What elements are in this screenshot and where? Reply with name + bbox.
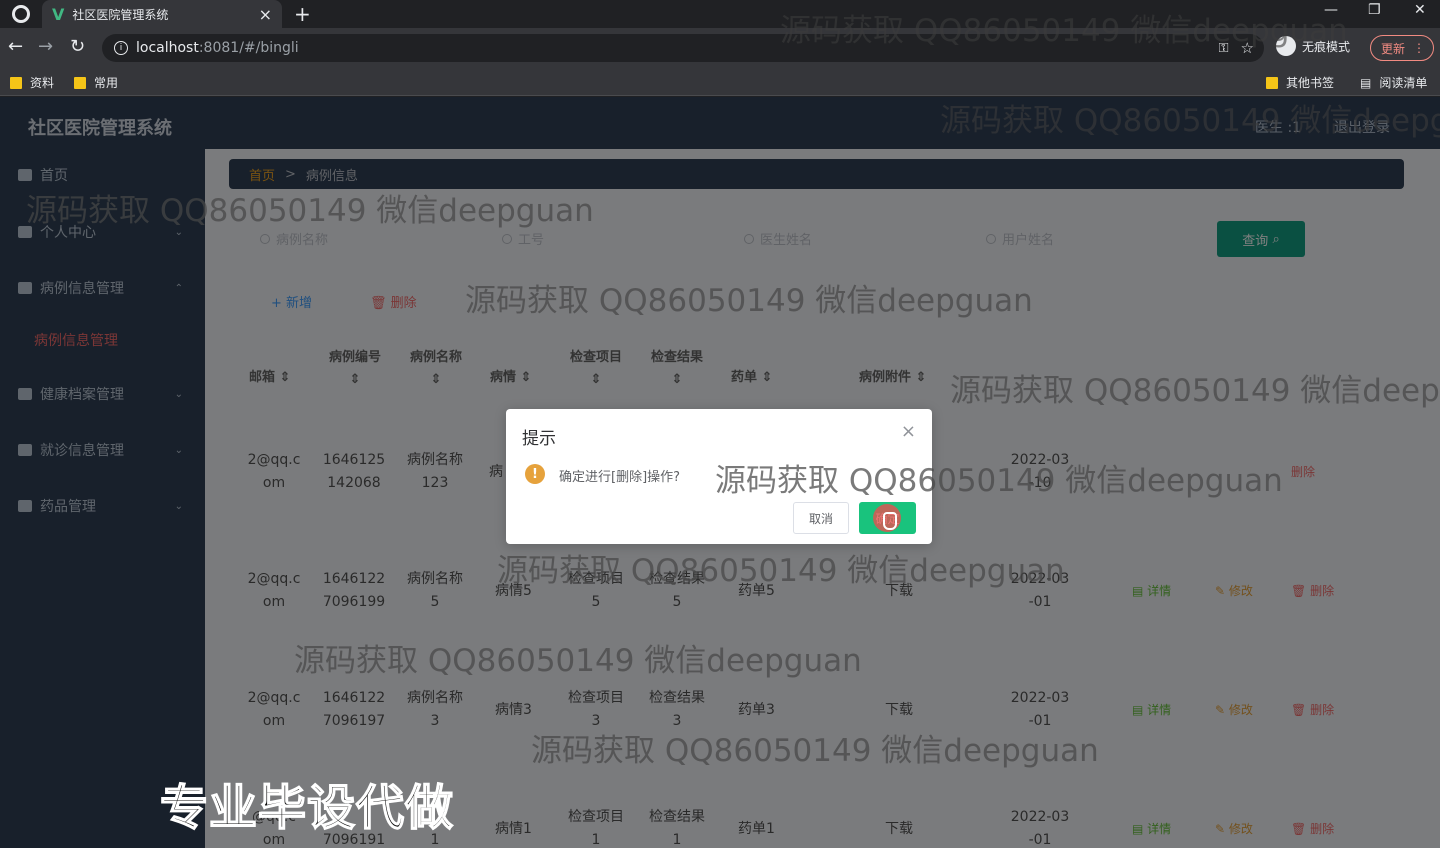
watermark: 源码获取 QQ86050149 微信deepguan <box>497 553 1065 589</box>
watermark: 源码获取 QQ86050149 微信deepguan <box>465 283 1033 319</box>
folder-icon <box>10 76 22 89</box>
chrome-icon <box>12 5 30 23</box>
reading-list-icon: ▤ <box>1360 75 1372 90</box>
reading-list-label: 阅读清单 <box>1379 76 1428 90</box>
back-button[interactable]: ← <box>8 36 23 57</box>
close-tab-icon[interactable]: × <box>259 5 272 24</box>
other-bookmarks-label: 其他书签 <box>1286 76 1335 90</box>
bookmark-label: 常用 <box>94 76 119 90</box>
watermark: 源码获取 QQ86050149 微信deepguan <box>531 733 1099 769</box>
forward-button[interactable]: → <box>38 36 53 57</box>
bookmark-folder-ziliao[interactable]: 资料 <box>10 74 54 91</box>
hand-cursor-icon <box>883 512 897 530</box>
update-label: 更新 <box>1381 41 1406 56</box>
browser-tab[interactable]: V 社区医院管理系统 × <box>42 0 282 28</box>
watermark: 源码获取 QQ86050149 微信deepguan <box>940 103 1440 139</box>
bookmark-label: 资料 <box>30 76 55 90</box>
folder-icon <box>74 76 86 89</box>
bookmarks-bar: 资料 常用 其他书签 ▤ 阅读清单 <box>0 68 1440 96</box>
url-path: :8081/#/bingli <box>198 40 299 56</box>
dialog-message: 确定进行[删除]操作? <box>559 470 681 485</box>
watermark: 源码获取 QQ86050149 微信deepguan <box>950 373 1440 409</box>
folder-icon <box>1266 76 1278 89</box>
other-bookmarks[interactable]: 其他书签 <box>1266 74 1334 91</box>
dialog-title: 提示 <box>522 429 556 449</box>
update-button[interactable]: 更新 ⋮ <box>1370 35 1434 61</box>
promo-overlay-text: 专业毕设代做 <box>159 779 455 837</box>
watermark: 源码获取 QQ86050149 微信deepguan <box>780 13 1348 49</box>
info-icon[interactable]: i <box>114 41 128 55</box>
vue-logo-icon: V <box>52 4 65 24</box>
watermark: 源码获取 QQ86050149 微信deepguan <box>294 643 862 679</box>
new-tab-button[interactable]: + <box>294 2 311 26</box>
cancel-button[interactable]: 取消 <box>793 502 849 534</box>
watermark: 源码获取 QQ86050149 微信deepguan <box>26 193 594 229</box>
close-icon[interactable]: × <box>901 421 916 442</box>
menu-dots-icon[interactable]: ⋮ <box>1413 41 1425 55</box>
close-window-icon[interactable]: ✕ <box>1414 2 1426 18</box>
url-host: localhost <box>136 40 199 56</box>
bookmark-folder-changyong[interactable]: 常用 <box>74 74 118 91</box>
tab-title: 社区医院管理系统 <box>72 7 169 22</box>
reload-button[interactable]: ↻ <box>70 36 85 57</box>
restore-icon[interactable]: ❐ <box>1368 2 1381 18</box>
warning-icon: ! <box>525 464 545 484</box>
reading-list[interactable]: ▤ 阅读清单 <box>1360 74 1427 91</box>
watermark: 源码获取 QQ86050149 微信deepguan <box>715 463 1283 499</box>
